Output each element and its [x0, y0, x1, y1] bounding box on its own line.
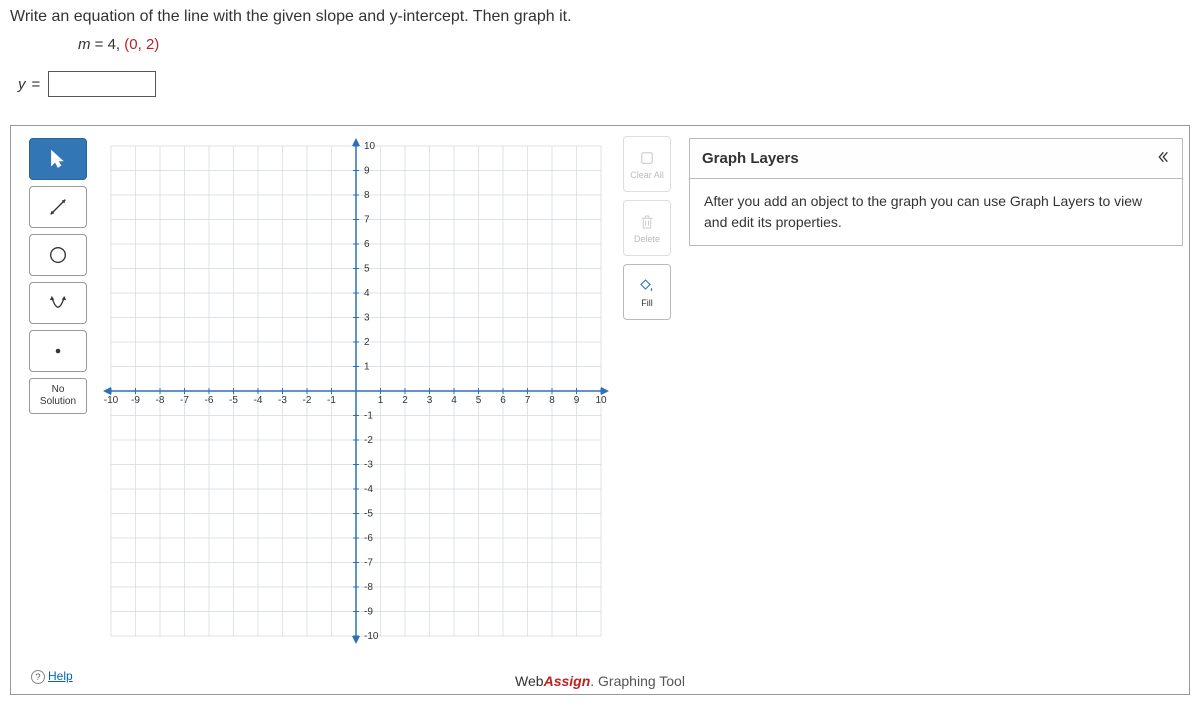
answer-input[interactable]: [48, 71, 156, 97]
svg-text:-10: -10: [364, 631, 379, 642]
svg-text:1: 1: [378, 395, 384, 406]
svg-text:-5: -5: [229, 395, 238, 406]
svg-text:-6: -6: [205, 395, 214, 406]
svg-text:8: 8: [364, 190, 370, 201]
svg-text:2: 2: [364, 337, 370, 348]
question-given: m = 4, (0, 2): [78, 36, 1190, 53]
answer-eq: =: [32, 76, 41, 93]
svg-text:8: 8: [549, 395, 555, 406]
question-prompt: Write an equation of the line with the g…: [10, 8, 1190, 26]
svg-text:-5: -5: [364, 509, 373, 520]
svg-text:10: 10: [595, 395, 607, 406]
graph-layers-panel: Graph Layers After you add an object to …: [689, 138, 1183, 246]
svg-text:-3: -3: [364, 460, 373, 471]
svg-text:9: 9: [364, 166, 370, 177]
svg-text:1: 1: [364, 362, 370, 373]
svg-text:-6: -6: [364, 533, 373, 544]
graph-layers-header[interactable]: Graph Layers: [689, 138, 1183, 179]
point-tool[interactable]: [29, 330, 87, 372]
svg-text:-8: -8: [156, 395, 165, 406]
svg-text:-7: -7: [364, 558, 373, 569]
clear-all-button[interactable]: Clear All: [623, 136, 671, 192]
circle-tool[interactable]: [29, 234, 87, 276]
toolbox: No Solution: [29, 138, 87, 414]
svg-text:4: 4: [364, 288, 370, 299]
graph-canvas[interactable]: -10 -9 -8 -7 -6 -5 -4 -3 -2 -1 1 2 3 4 5 6 7 8 9 10 -10 -9 -8 -…: [101, 136, 611, 646]
svg-text:10: 10: [364, 141, 376, 152]
svg-text:-1: -1: [364, 411, 373, 422]
svg-text:-2: -2: [364, 435, 373, 446]
svg-text:9: 9: [574, 395, 580, 406]
svg-text:6: 6: [500, 395, 506, 406]
svg-text:-2: -2: [303, 395, 312, 406]
svg-text:-7: -7: [180, 395, 189, 406]
pointer-tool[interactable]: [29, 138, 87, 180]
svg-text:7: 7: [364, 215, 370, 226]
footer-brand: WebAssign. Graphing Tool: [11, 673, 1189, 689]
fill-icon: [638, 277, 656, 295]
graph-layers-title: Graph Layers: [702, 150, 799, 167]
svg-text:5: 5: [476, 395, 482, 406]
svg-text:-1: -1: [327, 395, 336, 406]
parabola-tool[interactable]: [29, 282, 87, 324]
svg-text:6: 6: [364, 239, 370, 250]
svg-text:-9: -9: [131, 395, 140, 406]
graph-action-buttons: Clear All Delete Fill: [623, 136, 673, 320]
svg-text:-8: -8: [364, 582, 373, 593]
svg-text:-3: -3: [278, 395, 287, 406]
svg-text:3: 3: [364, 313, 370, 324]
svg-text:4: 4: [451, 395, 457, 406]
fill-button[interactable]: Fill: [623, 264, 671, 320]
answer-var: y: [18, 76, 26, 93]
answer-row: y =: [18, 71, 1190, 97]
no-solution-button[interactable]: No Solution: [29, 378, 87, 414]
svg-text:-9: -9: [364, 607, 373, 618]
graph-tool-area: No Solution ?Help -10-9-8-7-6-5-4-3-2-11…: [10, 125, 1190, 695]
trash-icon: [638, 213, 656, 231]
collapse-icon[interactable]: [1154, 149, 1170, 168]
svg-text:3: 3: [427, 395, 433, 406]
svg-text:-10: -10: [104, 395, 119, 406]
delete-button[interactable]: Delete: [623, 200, 671, 256]
svg-text:7: 7: [525, 395, 531, 406]
clear-icon: [638, 149, 656, 167]
svg-text:-4: -4: [254, 395, 263, 406]
line-tool[interactable]: [29, 186, 87, 228]
svg-text:-4: -4: [364, 484, 373, 495]
svg-text:5: 5: [364, 264, 370, 275]
graph-layers-body: After you add an object to the graph you…: [689, 179, 1183, 246]
svg-text:2: 2: [402, 395, 408, 406]
